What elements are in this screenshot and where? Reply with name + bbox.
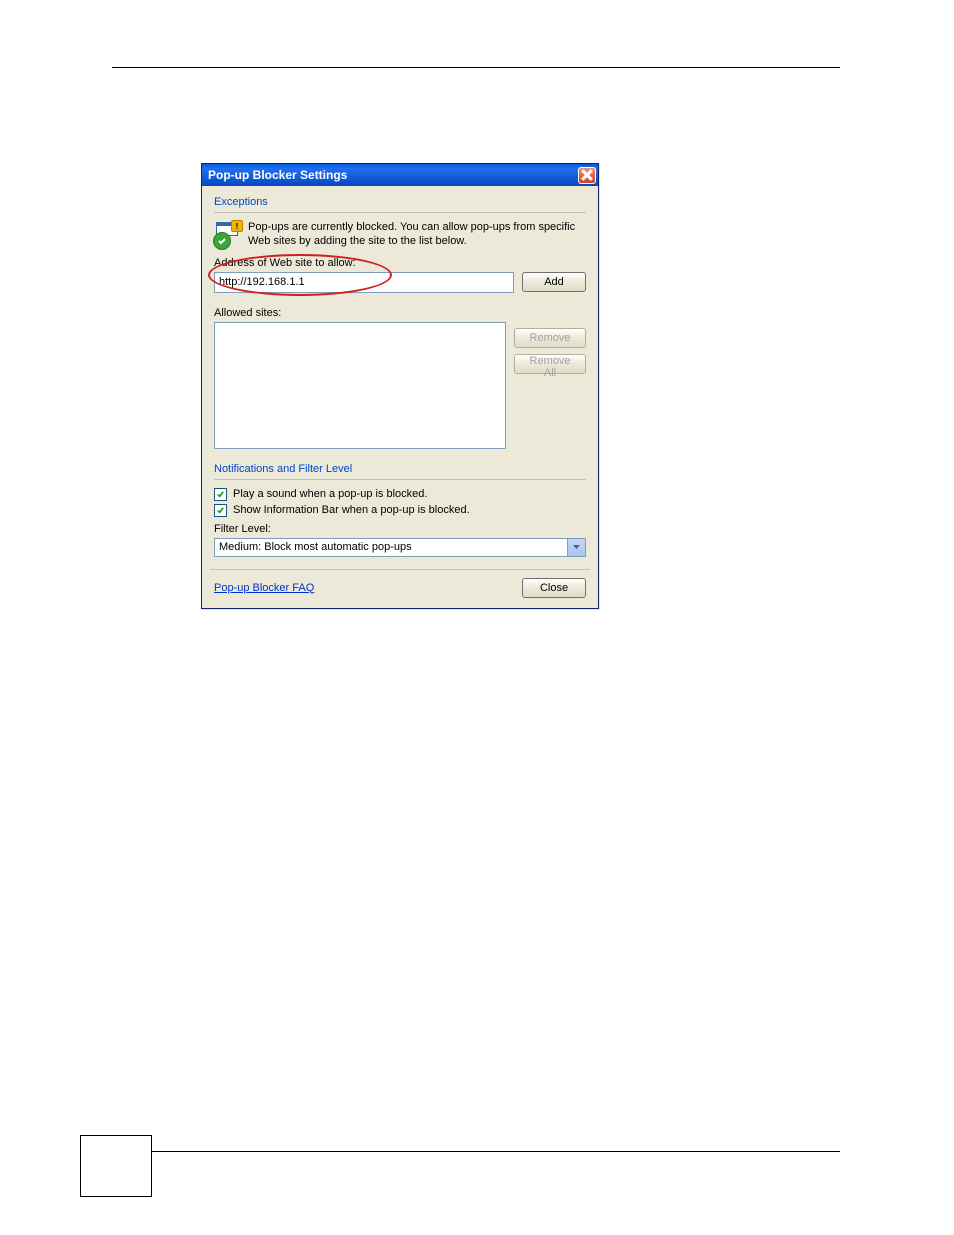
show-info-bar-checkbox[interactable] bbox=[214, 504, 227, 517]
play-sound-checkbox[interactable] bbox=[214, 488, 227, 501]
close-button[interactable]: Close bbox=[522, 578, 586, 598]
exceptions-header: Exceptions bbox=[214, 196, 586, 208]
address-label: Address of Web site to allow: bbox=[214, 257, 586, 269]
filter-level-combobox[interactable]: Medium: Block most automatic pop-ups bbox=[214, 538, 586, 557]
play-sound-row: Play a sound when a pop-up is blocked. bbox=[214, 488, 586, 501]
filter-level-value: Medium: Block most automatic pop-ups bbox=[215, 541, 567, 553]
popup-status-icon: ! bbox=[214, 222, 240, 248]
dialog-body: Exceptions ! Pop-ups are currently block… bbox=[202, 186, 598, 608]
divider bbox=[214, 479, 586, 480]
allowed-sites-section: Allowed sites: Remove Remove All bbox=[214, 307, 586, 449]
popup-blocker-faq-link[interactable]: Pop-up Blocker FAQ bbox=[214, 582, 314, 594]
remove-button[interactable]: Remove bbox=[514, 328, 586, 348]
filter-level-label: Filter Level: bbox=[214, 523, 586, 535]
show-info-bar-label: Show Information Bar when a pop-up is bl… bbox=[233, 504, 470, 516]
allowed-sites-label: Allowed sites: bbox=[214, 307, 506, 319]
footer-row: Pop-up Blocker FAQ Close bbox=[214, 578, 586, 598]
allowed-sites-listbox[interactable] bbox=[214, 322, 506, 449]
address-input[interactable] bbox=[214, 272, 514, 293]
exceptions-intro-row: ! Pop-ups are currently blocked. You can… bbox=[214, 221, 586, 249]
divider bbox=[210, 569, 590, 570]
popup-blocker-settings-dialog: Pop-up Blocker Settings Exceptions ! Pop… bbox=[201, 163, 599, 609]
chevron-down-icon[interactable] bbox=[567, 539, 585, 556]
page-bottom-rule bbox=[150, 1151, 840, 1152]
remove-all-button[interactable]: Remove All bbox=[514, 354, 586, 374]
divider bbox=[214, 212, 586, 213]
page-top-rule bbox=[112, 67, 840, 68]
titlebar[interactable]: Pop-up Blocker Settings bbox=[202, 164, 598, 186]
add-button[interactable]: Add bbox=[522, 272, 586, 292]
address-row: Add bbox=[214, 272, 586, 293]
dialog-title: Pop-up Blocker Settings bbox=[208, 168, 347, 182]
exceptions-intro-text: Pop-ups are currently blocked. You can a… bbox=[248, 221, 586, 249]
show-info-bar-row: Show Information Bar when a pop-up is bl… bbox=[214, 504, 586, 517]
page-number-box bbox=[80, 1135, 152, 1197]
play-sound-label: Play a sound when a pop-up is blocked. bbox=[233, 488, 427, 500]
close-icon[interactable] bbox=[578, 167, 596, 184]
notifications-header: Notifications and Filter Level bbox=[214, 463, 586, 475]
